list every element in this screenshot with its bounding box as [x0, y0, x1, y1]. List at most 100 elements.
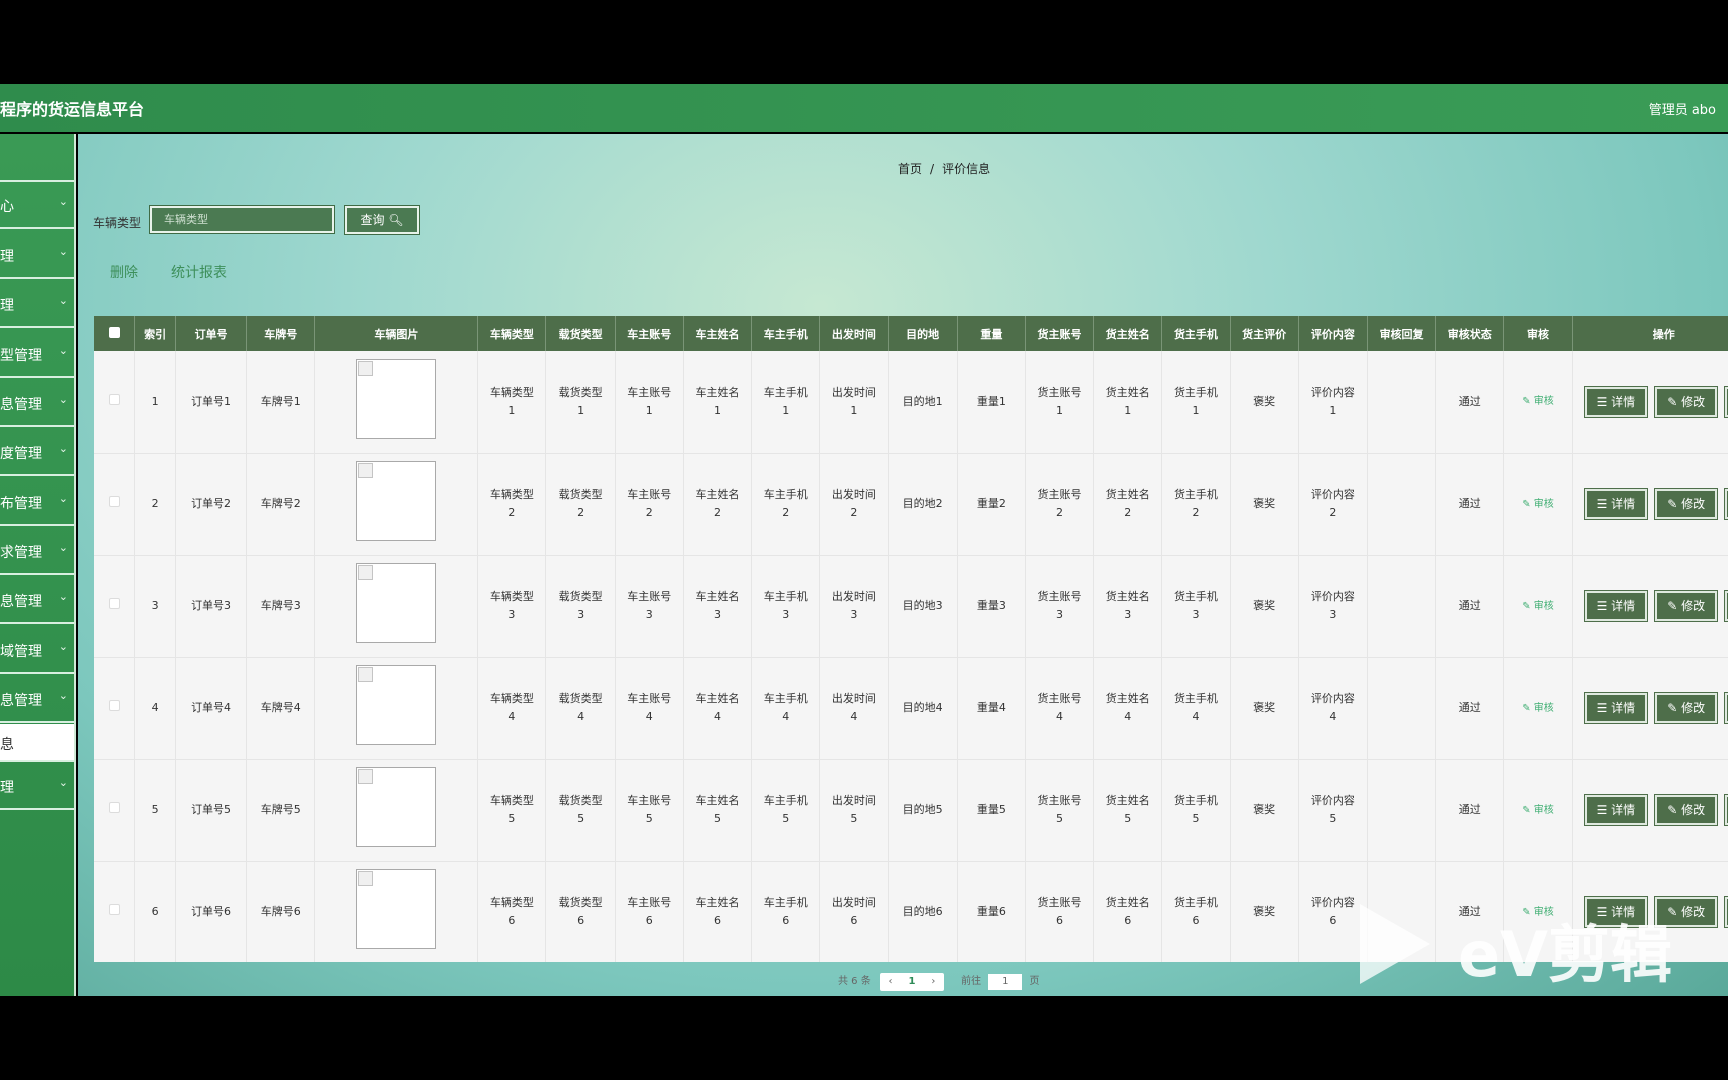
table-cell: 车主姓名 5: [683, 759, 753, 862]
detail-button[interactable]: ☰ 详情: [1583, 794, 1649, 826]
detail-button[interactable]: ☰ 详情: [1583, 385, 1649, 418]
edit-button[interactable]: ✎ 修改: [1654, 590, 1719, 622]
detail-button[interactable]: ☰ 详情: [1583, 590, 1649, 622]
row-checkbox[interactable]: [108, 700, 120, 711]
table-cell: 出发时间 1: [819, 351, 889, 454]
cell-text: 重量2: [976, 497, 1006, 510]
vehicle-image[interactable]: [356, 461, 437, 541]
sidebar-item-label: 息管理: [0, 397, 42, 413]
table-cell: [94, 657, 136, 760]
sidebar-item-2[interactable]: 理 ⌄: [0, 231, 74, 279]
sidebar-item-11[interactable]: 息管理 ⌄: [0, 675, 74, 723]
table-row: 1 订单号1 车牌号1 车辆类型 1 载货类型 1 车主账号 1 车主姓名 1 车主手机 1 出发时间 1 目…: [94, 351, 1728, 454]
table-cell: 车牌号4: [246, 657, 316, 760]
report-button[interactable]: 统计报表: [171, 262, 227, 282]
delete-button[interactable]: 删除: [110, 262, 138, 282]
audit-link[interactable]: ✎ 审核: [1522, 499, 1554, 510]
detail-label: 详情: [1611, 394, 1636, 409]
table-cell: 评价内容 1: [1298, 351, 1368, 454]
row-checkbox[interactable]: [108, 598, 120, 609]
table-cell: 车主账号 4: [615, 657, 684, 760]
sidebar-item-13[interactable]: 理 ⌄: [0, 762, 74, 810]
sidebar-item-7[interactable]: 布管理 ⌄: [0, 478, 74, 526]
vehicle-image[interactable]: [356, 869, 437, 949]
row-checkbox[interactable]: [108, 496, 120, 507]
table-cell: 褒奖: [1230, 759, 1299, 862]
column-header: 车辆类型: [477, 316, 547, 351]
search-button[interactable]: 查询 🔍︎: [344, 205, 420, 235]
sidebar-item-8[interactable]: 求管理 ⌄: [0, 527, 74, 575]
edit-button[interactable]: ✎ 修改: [1654, 794, 1719, 826]
audit-label: 审核: [1533, 702, 1554, 714]
chevron-down-icon: ⌄: [58, 492, 68, 505]
vehicle-image[interactable]: [356, 358, 437, 439]
cell-text: 6: [151, 905, 159, 918]
detail-button[interactable]: ☰ 详情: [1583, 692, 1649, 724]
table-cell: 评价内容 3: [1298, 555, 1368, 658]
edit-label: 修改: [1681, 803, 1706, 817]
cell-text: 2: [1329, 506, 1337, 519]
table-cell: 重量3: [957, 555, 1026, 658]
search-input[interactable]: 车辆类型: [149, 205, 335, 234]
edit-button[interactable]: ✎ 修改: [1654, 385, 1719, 418]
sidebar-item-3[interactable]: 理 ⌄: [0, 280, 74, 328]
table-cell: 出发时间 6: [819, 861, 889, 962]
audit-link[interactable]: ✎ 审核: [1522, 703, 1554, 714]
next-page-button[interactable]: ›: [931, 976, 935, 987]
cell-text: 货主手机: [1173, 692, 1218, 705]
user-menu[interactable]: 管理员 abo: [1649, 99, 1716, 118]
edit-icon: ✎: [1667, 701, 1678, 715]
watermark: eV剪辑: [1360, 904, 1728, 996]
sidebar-item-5[interactable]: 息管理 ⌄: [0, 379, 74, 427]
cell-text: 车主手机: [763, 794, 808, 807]
sidebar-item-12[interactable]: 息: [0, 724, 74, 762]
select-all-checkbox[interactable]: [108, 326, 120, 338]
row-checkbox[interactable]: [108, 904, 120, 915]
sidebar-item-0[interactable]: [0, 134, 74, 182]
audit-link[interactable]: ✎ 审核: [1522, 396, 1554, 407]
cell-text: 4: [645, 710, 653, 723]
goto-page-input[interactable]: 1: [988, 974, 1023, 990]
vehicle-image[interactable]: [356, 563, 437, 643]
cell-text: 目的地6: [902, 905, 943, 918]
cell-text: 4: [1056, 710, 1064, 723]
prev-page-button[interactable]: ‹: [888, 976, 892, 987]
select-all-cell: [94, 316, 136, 351]
sidebar-item-1[interactable]: 心 ⌄: [0, 181, 74, 229]
edit-button[interactable]: ✎ 修改: [1654, 692, 1719, 724]
audit-link[interactable]: ✎ 审核: [1522, 601, 1554, 612]
edit-icon: ✎: [1667, 394, 1678, 409]
row-checkbox[interactable]: [108, 802, 120, 813]
current-page[interactable]: 1: [908, 976, 915, 987]
cell-text: 4: [714, 710, 721, 723]
cell-text: 订单号2: [191, 497, 232, 510]
column-header: 操作: [1572, 316, 1728, 351]
row-checkbox[interactable]: [108, 393, 120, 405]
audit-link[interactable]: ✎ 审核: [1522, 805, 1554, 816]
sidebar-item-10[interactable]: 域管理 ⌄: [0, 626, 74, 674]
table-cell: 载货类型 1: [545, 351, 616, 454]
sidebar-item-6[interactable]: 度管理 ⌄: [0, 428, 74, 476]
table-cell: 评价内容 5: [1298, 759, 1368, 862]
table-cell: 订单号2: [175, 453, 248, 556]
cell-text: 4: [1329, 710, 1337, 723]
detail-button[interactable]: ☰ 详情: [1583, 488, 1649, 520]
sidebar-item-4[interactable]: 型管理 ⌄: [0, 330, 74, 378]
table-cell: 载货类型 5: [545, 759, 616, 862]
sidebar-item-9[interactable]: 息管理 ⌄: [0, 576, 74, 624]
cell-text: 目的地4: [902, 701, 943, 714]
column-header: 货主姓名: [1093, 316, 1163, 351]
cell-text: 1: [645, 403, 653, 417]
cell-text: 目的地1: [902, 394, 943, 408]
cell-text: 订单号5: [191, 803, 232, 816]
cell-text: 6: [850, 914, 858, 927]
vehicle-image[interactable]: [356, 767, 437, 847]
table-cell: 2: [134, 453, 176, 556]
breadcrumb-home[interactable]: 首页: [898, 162, 922, 176]
cell-text: 出发时间: [831, 488, 876, 501]
vehicle-image[interactable]: [356, 665, 437, 745]
edit-button[interactable]: ✎ 修改: [1654, 488, 1719, 520]
table-cell: 5: [134, 759, 176, 862]
table-cell: 车牌号3: [246, 555, 316, 658]
table-cell: 载货类型 2: [545, 453, 616, 556]
